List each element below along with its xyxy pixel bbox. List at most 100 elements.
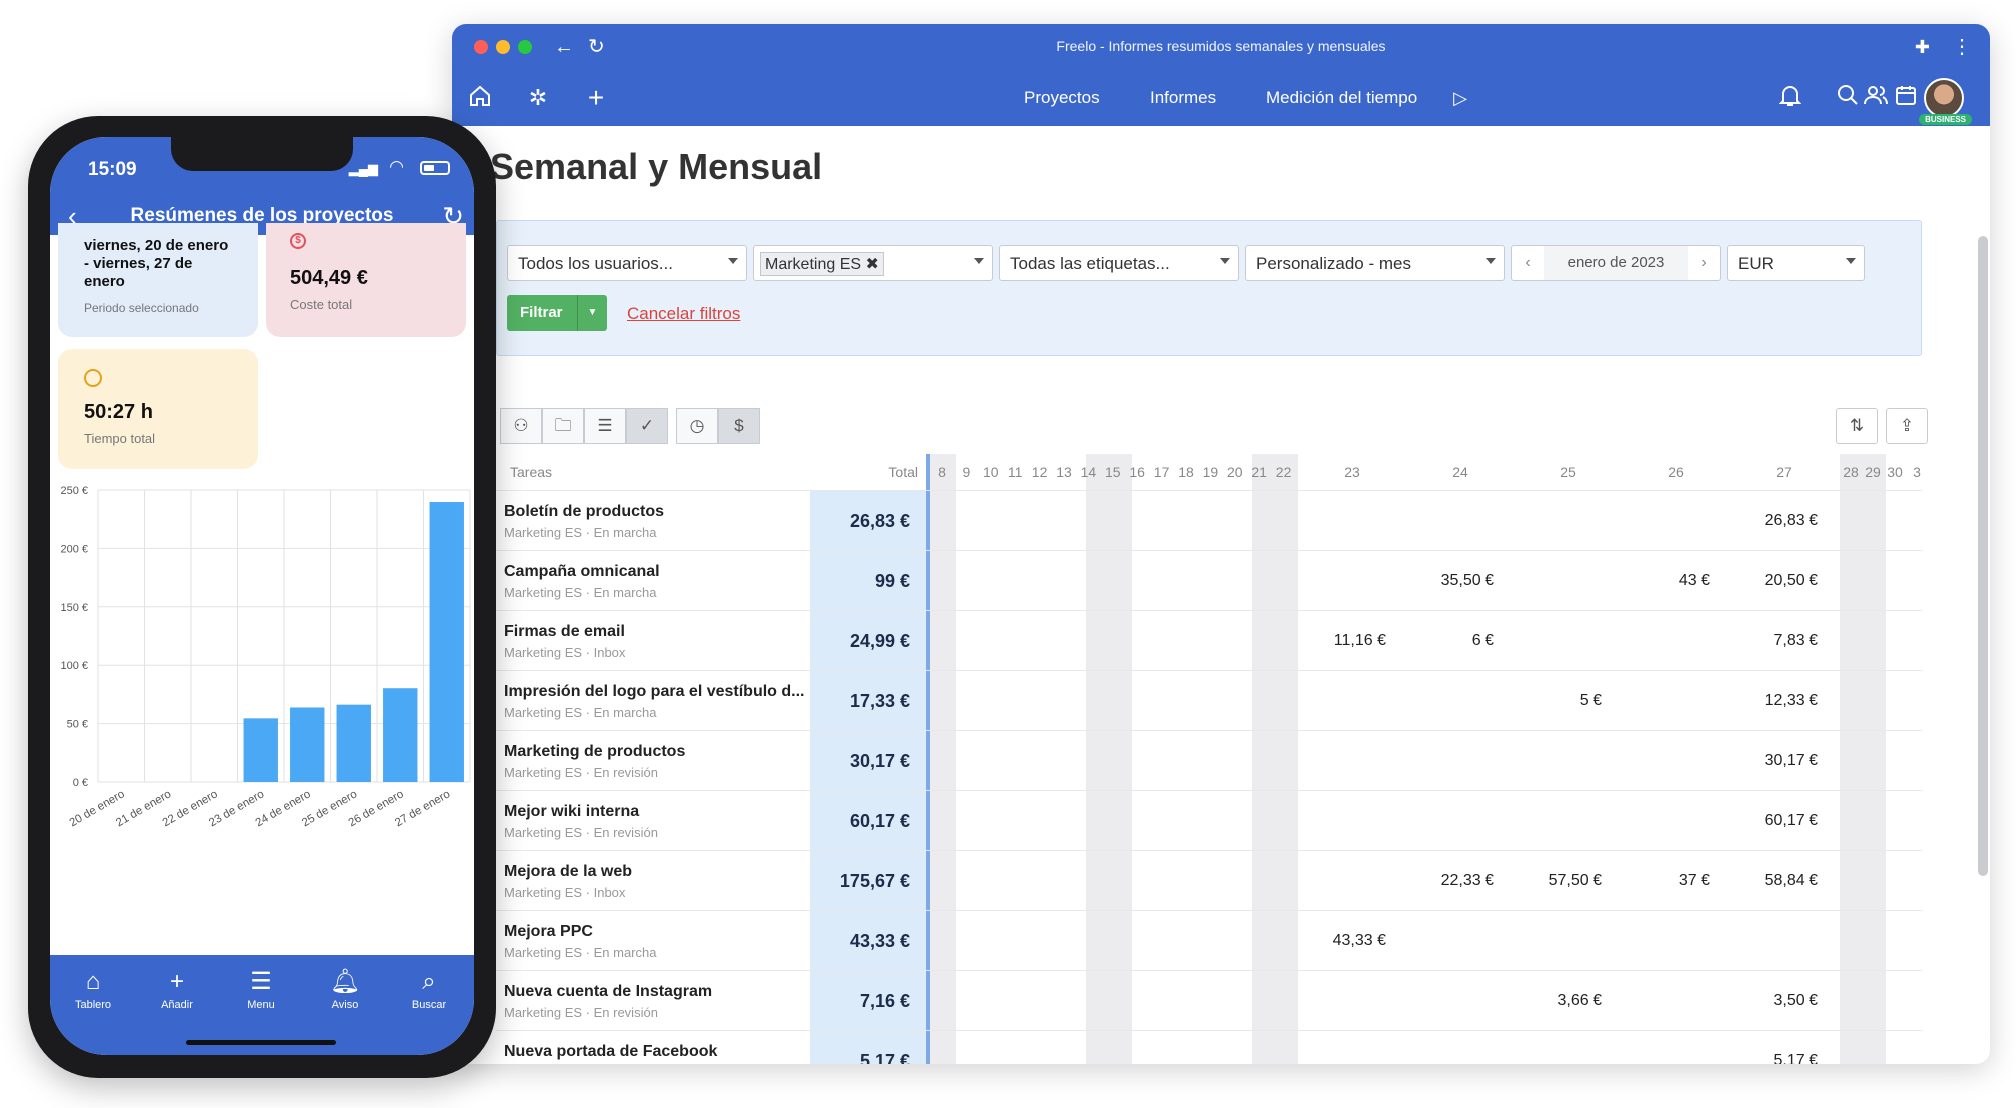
nav-link-medicion[interactable]: Medición del tiempo [1266, 88, 1417, 108]
filter-panel: Todos los usuarios... Marketing ES ✖ Tod… [496, 220, 1922, 356]
users-select[interactable]: Todos los usuarios... [507, 245, 747, 281]
show-time-icon[interactable]: ◷ [676, 408, 718, 444]
chart-bar [429, 502, 464, 782]
home-icon[interactable] [466, 84, 494, 112]
report-table: Tareas Total 8 9 10 11 12 13 14 15 16 17 18 19 20 21 2… [496, 454, 1922, 1064]
table-row[interactable]: Nueva cuenta de Instagram Marketing ES · … [496, 970, 1922, 1030]
task-name[interactable]: Nueva portada de Facebook [504, 1043, 717, 1061]
day-header: 30 [1887, 464, 1903, 480]
task-name[interactable]: Nueva cuenta de Instagram [504, 983, 712, 1001]
meta-separator: · [582, 945, 594, 960]
task-name[interactable]: Firmas de email [504, 623, 625, 641]
table-row[interactable]: Marketing de productos Marketing ES · En … [496, 730, 1922, 790]
more-menu-icon[interactable]: ⋮ [1952, 35, 1972, 59]
task-name[interactable]: Impresión del logo para el vestíbulo d..… [504, 683, 805, 701]
chart-bar [383, 688, 418, 782]
prev-month-button[interactable]: ‹ [1512, 246, 1544, 280]
nav-aviso[interactable]: 🔔︎ Aviso [310, 969, 380, 1012]
y-tick-label: 150 € [60, 602, 88, 614]
group-by-tasks-icon[interactable]: ✓ [626, 408, 668, 444]
task-name[interactable]: Mejora de la web [504, 863, 632, 881]
table-row[interactable]: Impresión del logo para el vestíbulo d..… [496, 670, 1922, 730]
cancel-filters-link[interactable]: Cancelar filtros [627, 304, 740, 324]
task-name[interactable]: Marketing de productos [504, 743, 685, 761]
day-cell-d27: 20,50 € [1764, 572, 1818, 589]
day-cell-d27: 12,33 € [1764, 692, 1818, 709]
period-select[interactable]: Personalizado - mes [1245, 245, 1505, 281]
settings-gear-icon[interactable]: ✲ [524, 84, 552, 112]
labels-select[interactable]: Todas las etiquetas... [999, 245, 1239, 281]
day-cell-d25 [1502, 791, 1602, 851]
day-header: 3 [1913, 464, 1921, 480]
day-cell-d24 [1394, 1031, 1494, 1064]
day-cell-d26 [1610, 791, 1710, 851]
day-cell-d27: 58,84 € [1764, 872, 1818, 889]
day-cell-d23: 43,33 € [1332, 932, 1386, 949]
chart-bar [243, 718, 278, 782]
calendar-icon[interactable] [1892, 84, 1920, 112]
play-timer-icon[interactable]: ▷ [1446, 84, 1474, 112]
nav-link-informes[interactable]: Informes [1150, 88, 1216, 108]
bell-icon[interactable] [1776, 84, 1804, 112]
extension-puzzle-icon[interactable]: ✚ [1915, 35, 1930, 59]
table-row[interactable]: Campaña omnicanal Marketing ES · En march… [496, 550, 1922, 610]
table-row[interactable]: Boletín de productos Marketing ES · En ma… [496, 490, 1922, 550]
nav-tablero[interactable]: ⌂ Tablero [58, 969, 128, 1012]
cost-value: 504,49 € [290, 267, 368, 289]
day-cell-d23 [1286, 671, 1386, 731]
task-total: 24,99 € [849, 631, 910, 651]
y-tick-label: 200 € [60, 543, 88, 555]
period-card: viernes, 20 de enero - viernes, 27 de en… [58, 223, 258, 337]
project-select[interactable]: Marketing ES ✖ [753, 245, 993, 281]
column-header-total[interactable]: Total [810, 454, 926, 490]
date-picker: ‹ enero de 2023 › [1511, 245, 1721, 281]
task-name[interactable]: Campaña omnicanal [504, 563, 660, 581]
day-cell-d24: 6 € [1471, 632, 1494, 649]
day-cell-d25 [1502, 911, 1602, 971]
day-cell-d24: 22,33 € [1440, 872, 1494, 889]
day-cell-d27: 7,83 € [1773, 632, 1818, 649]
filter-dropdown-toggle[interactable]: ▼ [577, 295, 607, 331]
nav-anadir[interactable]: + Añadir [142, 969, 212, 1012]
day-cell-d26 [1610, 731, 1710, 791]
task-name[interactable]: Boletín de productos [504, 503, 664, 521]
table-row[interactable]: Mejora PPC Marketing ES · En marcha 43,33 … [496, 910, 1922, 970]
user-avatar[interactable] [1924, 78, 1964, 118]
nav-menu[interactable]: ☰ Menu [226, 969, 296, 1012]
day-header: 20 [1227, 464, 1243, 480]
currency-select[interactable]: EUR [1727, 245, 1865, 281]
sort-icon[interactable]: ⇅ [1836, 408, 1878, 444]
vertical-scrollbar[interactable] [1978, 236, 1988, 876]
export-icon[interactable]: ⇪ [1886, 408, 1928, 444]
task-name[interactable]: Mejora PPC [504, 923, 593, 941]
next-month-button[interactable]: › [1688, 246, 1720, 280]
task-status: En revisión [593, 1005, 658, 1020]
group-by-folder-icon[interactable]: 🗀 [542, 408, 584, 444]
table-row[interactable]: Mejor wiki interna Marketing ES · En revi… [496, 790, 1922, 850]
users-icon[interactable] [1862, 84, 1890, 112]
search-icon[interactable] [1834, 84, 1862, 112]
day-header: 8 [938, 464, 946, 480]
table-row[interactable]: Mejora de la web Marketing ES · Inbox 175,… [496, 850, 1922, 910]
table-row[interactable]: Firmas de email Marketing ES · Inbox 24,99… [496, 610, 1922, 670]
task-name[interactable]: Mejor wiki interna [504, 803, 639, 821]
time-card: 50:27 h Tiempo total [58, 349, 258, 469]
day-header: 9 [962, 464, 971, 480]
nav-buscar[interactable]: ⌕ Buscar [394, 969, 464, 1012]
day-header: 28 [1843, 464, 1859, 480]
group-by-list-icon[interactable]: ☰ [584, 408, 626, 444]
show-cost-icon[interactable]: $ [718, 408, 760, 444]
cost-card: $ 504,49 € Coste total [266, 223, 466, 337]
remove-tag-icon[interactable]: ✖ [866, 256, 879, 273]
table-row[interactable]: Nueva portada de FacebookMarketing ES · … [496, 1030, 1922, 1064]
group-by-users-icon[interactable]: ⚇ [500, 408, 542, 444]
day-cell-d24 [1394, 791, 1494, 851]
add-plus-icon[interactable]: + [582, 84, 610, 112]
filter-button[interactable]: Filtrar ▼ [507, 295, 607, 331]
nav-anadir-label: Añadir [161, 999, 193, 1011]
users-select-value: Todos los usuarios... [518, 254, 673, 273]
nav-link-proyectos[interactable]: Proyectos [1024, 88, 1100, 108]
task-project: Marketing ES [504, 645, 583, 660]
chevron-down-icon [1486, 258, 1496, 264]
day-cell-d26 [1610, 971, 1710, 1031]
